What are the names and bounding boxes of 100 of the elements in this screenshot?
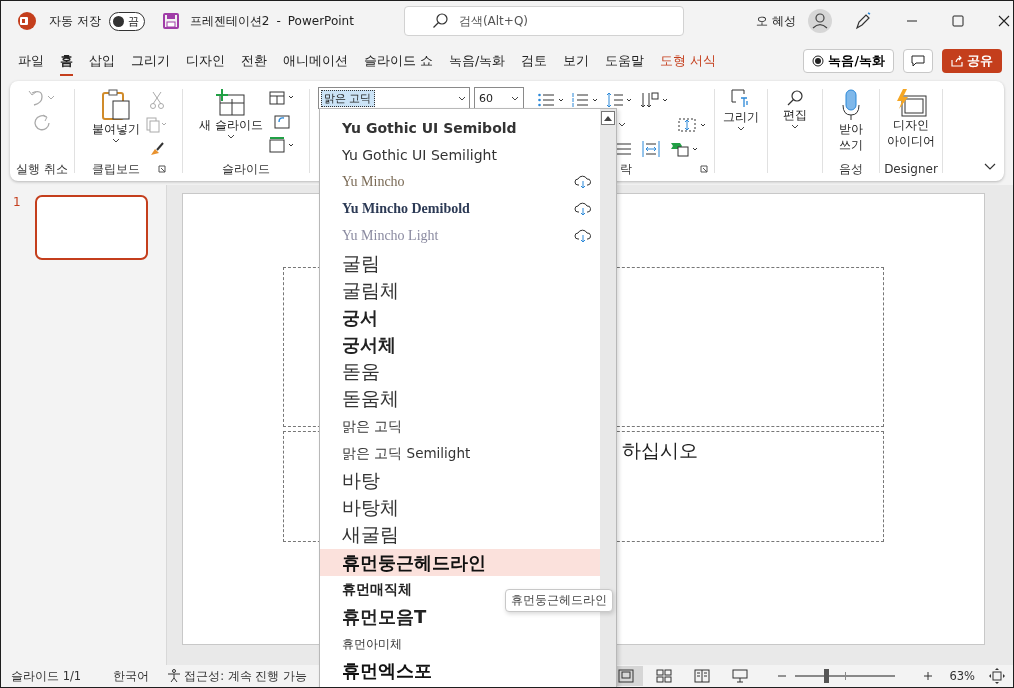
chevron-down-icon — [227, 134, 235, 139]
avatar-icon[interactable] — [807, 9, 832, 33]
font-option[interactable]: 굴림체 — [320, 277, 600, 305]
pen-icon[interactable] — [853, 12, 872, 30]
group-label: 락 — [620, 161, 632, 177]
close-icon[interactable] — [997, 15, 1010, 27]
chevron-down-icon — [737, 126, 745, 131]
font-option[interactable]: Yu Mincho — [320, 168, 600, 196]
font-option[interactable]: 궁서체 — [320, 331, 600, 359]
slide-count: 슬라이드 1/1 — [11, 668, 82, 684]
zoom-percent[interactable]: 63% — [949, 669, 975, 683]
ribbon-tab[interactable]: 보기 — [555, 46, 598, 76]
font-option[interactable]: 돋움 — [320, 358, 600, 386]
user-name: 오 혜성 — [755, 12, 796, 30]
draw-button[interactable]: 그리기 — [721, 87, 761, 177]
new-slide-icon — [216, 89, 246, 117]
font-option[interactable]: 새굴림 — [320, 521, 600, 549]
triangle-up-icon — [604, 115, 612, 121]
font-option[interactable]: Yu Mincho Light — [320, 222, 600, 250]
justify-icon[interactable] — [616, 142, 632, 157]
zoom-slider[interactable] — [795, 668, 896, 684]
title-separator: - — [276, 14, 281, 28]
font-option[interactable]: 휴먼둥근헤드라인 — [320, 549, 600, 577]
font-option[interactable]: 굴림 — [320, 249, 600, 278]
ribbon-tab[interactable]: 파일 — [10, 46, 52, 76]
accessibility-status[interactable]: 접근성: 계속 진행 가능 — [184, 668, 307, 684]
save-icon[interactable] — [162, 13, 179, 29]
edit-button[interactable]: 편집 — [781, 87, 809, 177]
record-button[interactable]: 녹음/녹화 — [803, 49, 894, 73]
presentation-icon — [732, 669, 749, 683]
lightning-window-icon — [895, 89, 927, 117]
accessibility-icon[interactable] — [167, 669, 182, 683]
record-icon — [812, 55, 825, 67]
microphone-icon — [841, 89, 861, 121]
comment-icon — [911, 55, 925, 67]
document-title: 프레젠테이션2 — [189, 12, 270, 30]
autosave-label: 자동 저장 — [49, 12, 101, 30]
comments-button[interactable] — [903, 49, 933, 73]
group-label: 클립보드 — [91, 161, 140, 177]
text-direction-icon[interactable] — [640, 91, 670, 108]
maximize-icon[interactable] — [951, 15, 964, 27]
app-name: PowerPoint — [287, 14, 354, 28]
font-option[interactable]: 궁서 — [320, 304, 600, 332]
slide-thumbnail[interactable] — [34, 195, 148, 260]
ribbon-tab[interactable]: 애니메이션 — [275, 46, 356, 76]
font-option[interactable]: Yu Gothic UI Semibold — [320, 114, 600, 142]
chevron-down-icon — [791, 124, 799, 129]
ribbon-tab[interactable]: 홈 — [52, 46, 81, 76]
font-option[interactable]: 바탕 — [320, 467, 600, 495]
section-icon[interactable] — [268, 137, 295, 153]
paste-button[interactable]: 붙여넣기 — [89, 87, 142, 161]
smartart-icon[interactable] — [670, 141, 700, 158]
font-option[interactable]: Yu Mincho Demibold — [320, 195, 600, 223]
ribbon-tab[interactable]: 슬라이드 쇼 — [356, 46, 441, 76]
group-label: 음성 — [839, 161, 863, 177]
text-box-icon — [731, 89, 751, 109]
font-option[interactable]: 휴먼아미체 — [320, 630, 600, 658]
scroll-up-button[interactable] — [601, 111, 615, 125]
layout-icon[interactable] — [268, 91, 295, 105]
clipboard-icon — [100, 89, 131, 121]
zoom-slider-thumb[interactable] — [824, 669, 830, 683]
font-option[interactable]: Yu Gothic UI Semilight — [320, 141, 600, 169]
dictate-button[interactable]: 받아 쓰기 — [837, 87, 865, 161]
align-text-icon[interactable] — [678, 116, 708, 133]
ribbon-tab[interactable]: 도움말 — [597, 46, 653, 76]
fit-to-window-icon[interactable] — [989, 668, 1005, 684]
dialog-launcher-icon[interactable] — [157, 165, 166, 173]
reset-icon[interactable] — [273, 113, 290, 129]
ribbon-tab[interactable]: 도형 서식 — [652, 46, 725, 76]
book-icon — [694, 669, 711, 683]
format-painter-icon[interactable] — [148, 141, 165, 157]
language-label[interactable]: 한국어 — [113, 668, 150, 684]
group-label: 슬라이드 — [222, 161, 270, 177]
font-option[interactable]: 바탕체 — [320, 494, 600, 522]
font-option[interactable]: 맑은 고딕 — [320, 413, 600, 441]
dialog-launcher-icon[interactable] — [700, 165, 708, 173]
line-spacing-icon[interactable] — [606, 91, 634, 108]
ribbon-tab[interactable]: 그리기 — [123, 46, 178, 76]
collapse-ribbon-icon[interactable] — [984, 163, 996, 171]
zoom-in-icon[interactable] — [923, 671, 934, 681]
font-option[interactable]: 휴먼엑스포 — [320, 657, 600, 685]
ribbon-tab[interactable]: 전환 — [233, 46, 275, 76]
ribbon-tab[interactable]: 디자인 — [178, 46, 233, 76]
group-label: 실행 취소 — [16, 161, 68, 177]
share-button[interactable]: 공유 — [942, 49, 1002, 73]
font-option[interactable]: 맑은 고딕 Semilight — [320, 440, 600, 468]
ribbon-tab[interactable]: 검토 — [513, 46, 556, 76]
font-option[interactable]: 돋움체 — [320, 385, 600, 414]
ribbon-tab[interactable]: 녹음/녹화 — [441, 46, 514, 76]
autosave-toggle[interactable]: 끔 — [108, 11, 145, 31]
bullets-icon[interactable] — [538, 92, 566, 107]
group-label: Designer — [884, 161, 938, 177]
design-ideas-button[interactable]: 디자인 아이디어 — [885, 87, 937, 161]
chevron-down-icon — [618, 122, 626, 128]
search-icon — [431, 13, 448, 29]
new-slide-button[interactable]: 새 슬라이드 — [197, 87, 265, 161]
distributed-icon[interactable] — [642, 140, 660, 159]
search-icon — [786, 89, 804, 107]
ribbon-tab[interactable]: 삽입 — [81, 46, 123, 76]
search-field[interactable]: 검색(Alt+Q) — [403, 6, 684, 36]
